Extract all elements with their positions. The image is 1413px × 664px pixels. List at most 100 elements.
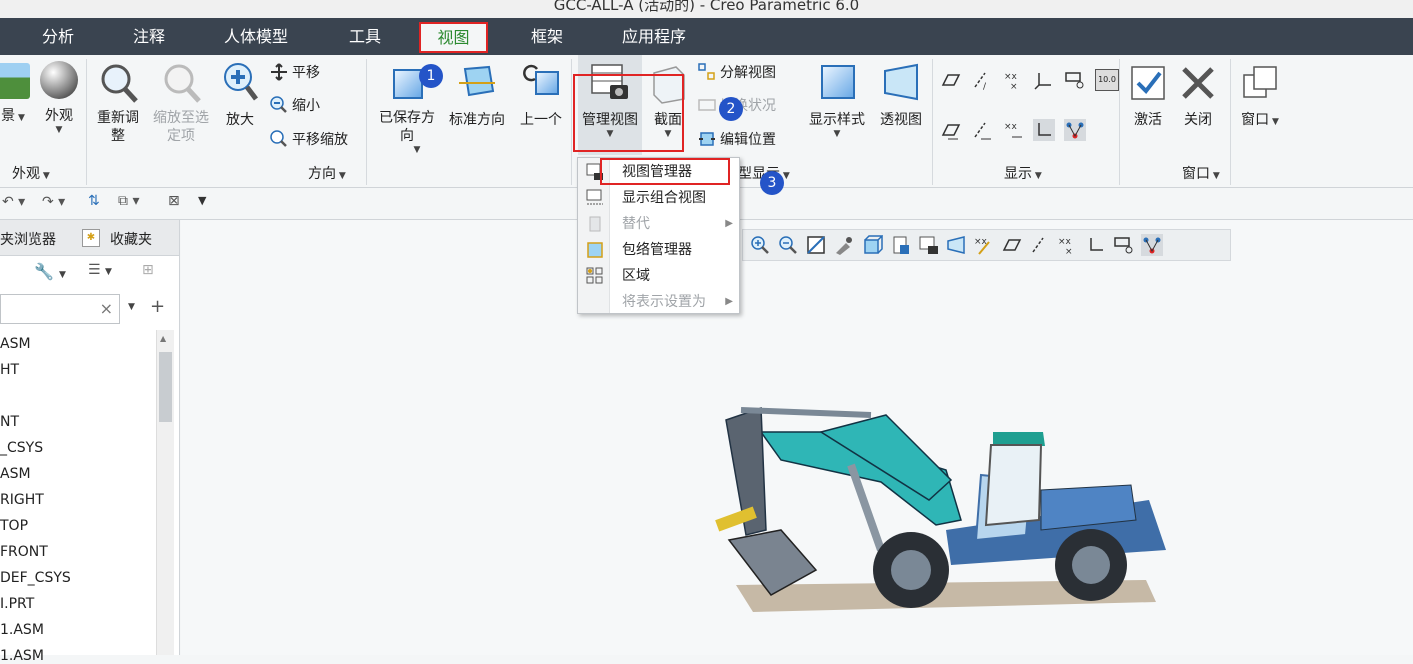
tree-item[interactable]: 1.ASM (0, 648, 44, 664)
perspective-button[interactable]: 透视图 (876, 55, 926, 129)
search-dropdown-icon[interactable]: ▼ (128, 302, 135, 312)
saved-orientations-icon[interactable] (889, 234, 911, 256)
zones-item[interactable]: 区域 (578, 263, 739, 289)
clear-search-icon[interactable]: × (100, 299, 113, 318)
tree-item[interactable]: NT (0, 414, 19, 430)
standard-orientation-label: 标准方向 (449, 112, 505, 128)
point-display-icon[interactable]: ×x× (1002, 69, 1024, 91)
zoom-out-icon[interactable] (777, 234, 799, 256)
view-manager-icon[interactable] (917, 234, 939, 256)
repaint-icon[interactable] (833, 234, 855, 256)
plane-display-icon[interactable] (1001, 234, 1023, 256)
zoom-out-button[interactable]: 缩小 (270, 95, 320, 115)
section-button[interactable]: 截面 ▼ (646, 55, 690, 139)
show-group-label[interactable]: 显示 ▼ (1004, 163, 1042, 183)
spin-center-icon[interactable] (1113, 234, 1135, 256)
tree-scrollbar[interactable]: ▲ (156, 330, 174, 655)
tree-item[interactable]: RIGHT (0, 492, 44, 508)
tree-item[interactable]: TOP (0, 518, 28, 534)
appearance-group-label[interactable]: 外观 ▼ (12, 163, 50, 183)
redo-icon[interactable]: ↷ ▾ (42, 194, 65, 210)
search-input[interactable]: × (0, 294, 120, 324)
refit-icon[interactable] (805, 234, 827, 256)
tree-item[interactable]: ASM (0, 466, 31, 482)
tab-tools[interactable]: 工具 (349, 18, 381, 55)
tree-item[interactable]: DEF_CSYS (0, 570, 71, 586)
close-window-button[interactable]: 关闭 (1176, 55, 1220, 129)
undo-icon[interactable]: ↶ ▾ (2, 194, 25, 210)
point-display-icon[interactable]: ×x× (1057, 234, 1079, 256)
manage-views-button[interactable]: 管理视图 ▼ (578, 55, 642, 155)
section-icon[interactable]: ×x (973, 234, 995, 256)
plane-display-icon[interactable] (940, 69, 962, 91)
favorites-tab[interactable]: 收藏夹 (110, 229, 152, 249)
folder-browser-tab[interactable]: 夹浏览器 (0, 229, 56, 249)
display-style-icon[interactable] (861, 234, 883, 256)
tree-filter-icon[interactable]: ⊞ (142, 262, 154, 278)
add-icon[interactable]: + (150, 296, 165, 317)
tree-item[interactable]: FRONT (0, 544, 48, 560)
close-window-icon[interactable]: ⊠ (168, 193, 180, 209)
activate-window-button[interactable]: 激活 (1126, 55, 1170, 129)
graphics-window[interactable]: ×x ×x × (181, 220, 1413, 655)
close-label: 关闭 (1184, 112, 1212, 128)
windows-button[interactable]: 窗口 ▼ (1236, 55, 1284, 129)
csys-display-icon[interactable] (1033, 69, 1055, 91)
tree-display-icon[interactable] (1064, 119, 1086, 141)
pan-zoom-button[interactable]: 平移缩放 (270, 129, 348, 149)
axis-display-icon[interactable]: / (971, 69, 993, 91)
point-tag-icon[interactable]: ×x (1002, 119, 1024, 141)
regenerate-icon[interactable]: ⇅ (88, 193, 100, 209)
scroll-up-icon[interactable]: ▲ (160, 334, 166, 343)
step-badge-1: 1 (419, 64, 443, 88)
annotation-display-icon[interactable]: 10.0 (1095, 69, 1119, 91)
envelope-manager-item[interactable]: 包络管理器 (578, 237, 739, 263)
tab-view[interactable]: 视图 (419, 22, 488, 53)
tab-analysis[interactable]: 分析 (42, 18, 74, 55)
tree-item[interactable]: 1.ASM (0, 622, 44, 638)
tree-display-icon[interactable] (1141, 234, 1163, 256)
orientation-group-label[interactable]: 方向 ▼ (308, 163, 346, 183)
settings-tools-icon[interactable]: 🔧 ▼ (34, 262, 66, 281)
edit-position-button[interactable]: 编辑位置 (698, 129, 776, 149)
zoom-in-icon[interactable] (749, 234, 771, 256)
tree-item[interactable]: HT (0, 362, 19, 378)
show-list-icon[interactable]: ☰ ▼ (88, 262, 112, 278)
refit-button[interactable]: 重新调整 (92, 55, 144, 145)
tab-framework[interactable]: 框架 (531, 18, 563, 55)
perspective-icon[interactable] (945, 234, 967, 256)
zoom-in-button[interactable]: 放大 (220, 55, 260, 129)
svg-text:×: × (1065, 247, 1073, 256)
tab-annotate[interactable]: 注释 (133, 18, 165, 55)
display-style-button[interactable]: 显示样式 ▼ (806, 55, 868, 139)
tab-applications[interactable]: 应用程序 (622, 18, 686, 55)
explode-view-button[interactable]: 分解视图 (698, 62, 776, 82)
spin-center-icon[interactable] (1064, 69, 1086, 91)
csys-display-icon[interactable] (1085, 234, 1107, 256)
view-manager-item[interactable]: 视图管理器 (578, 159, 739, 185)
zoom-to-selected-button[interactable]: 缩放至选定项 (148, 55, 214, 145)
previous-view-button[interactable]: 上一个 (516, 55, 566, 129)
tree-item[interactable]: I.PRT (0, 596, 34, 612)
windows-switch-icon[interactable]: ⧉ ▾ (118, 193, 139, 209)
csys-tag-icon[interactable] (1033, 119, 1055, 141)
customize-qat-icon[interactable]: ▼ (198, 194, 206, 207)
standard-orientation-button[interactable]: 标准方向 (446, 55, 508, 129)
plane-tag-icon[interactable] (940, 119, 962, 141)
edit-position-icon (699, 132, 715, 146)
set-representation-item[interactable]: 将表示设置为 ▶ (578, 289, 739, 315)
window-group-label[interactable]: 窗口 ▼ (1182, 163, 1220, 183)
scrollbar-thumb[interactable] (159, 352, 172, 422)
refit-label: 重新调整 (97, 110, 139, 144)
group-divider (932, 59, 933, 185)
tree-item[interactable]: _CSYS (0, 440, 43, 456)
tree-item[interactable]: ASM (0, 336, 31, 352)
appearance-button[interactable]: 外观 ▼ (38, 55, 80, 135)
combined-views-item[interactable]: 显示组合视图 (578, 185, 739, 211)
substitute-item[interactable]: 替代 ▶ (578, 211, 739, 237)
scenes-button[interactable]: 景 ▼ (0, 55, 32, 125)
axis-tag-icon[interactable] (971, 119, 993, 141)
axis-display-icon[interactable] (1029, 234, 1051, 256)
tab-manikin[interactable]: 人体模型 (224, 18, 288, 55)
pan-button[interactable]: 平移 (270, 62, 320, 82)
